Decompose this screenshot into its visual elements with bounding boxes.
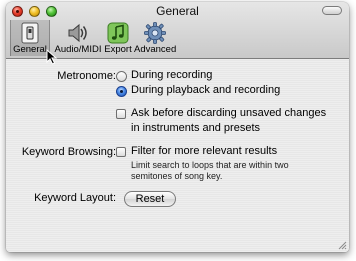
title-bar[interactable]: General xyxy=(6,2,349,21)
general-switch-icon xyxy=(21,22,39,44)
ask-before-discarding-label-line2[interactable]: in instruments and presets xyxy=(131,122,260,134)
ask-before-discarding-label-line1[interactable]: Ask before discarding unsaved changes xyxy=(131,107,326,119)
filter-hint-line1: Limit search to loops that are within tw… xyxy=(131,160,289,170)
radio-during-recording[interactable] xyxy=(116,71,127,82)
tab-advanced[interactable]: Advanced xyxy=(134,20,176,56)
radio-during-playback-and-recording-label[interactable]: During playback and recording xyxy=(131,84,280,96)
screenshot-background: General General Audio/MIDI Export Advanc… xyxy=(0,0,356,261)
keyword-layout-label: Keyword Layout: xyxy=(34,192,116,204)
tab-advanced-label: Advanced xyxy=(134,44,177,55)
metronome-label: Metronome: xyxy=(57,70,116,82)
resize-grip-icon[interactable] xyxy=(337,240,347,250)
tab-audio-midi-label: Audio/MIDI xyxy=(54,44,102,55)
gear-icon xyxy=(144,22,166,44)
preferences-content: Metronome: During recording During playb… xyxy=(6,59,349,252)
filter-relevant-results-label[interactable]: Filter for more relevant results xyxy=(131,145,277,157)
reset-button[interactable]: Reset xyxy=(124,191,176,207)
ask-before-discarding-checkbox[interactable] xyxy=(116,109,126,119)
speaker-icon xyxy=(68,23,87,43)
tab-export-label: Export xyxy=(104,44,132,55)
window-title: General xyxy=(156,4,199,18)
filter-hint-line2: semitones of song key. xyxy=(131,171,223,181)
tab-general-label: General xyxy=(13,44,47,55)
toolbar-toggle-button[interactable] xyxy=(322,6,342,15)
radio-during-recording-label[interactable]: During recording xyxy=(131,69,212,81)
preferences-window: General General Audio/MIDI Export Advanc… xyxy=(6,2,349,252)
radio-during-playback-and-recording[interactable] xyxy=(116,86,127,97)
tab-export[interactable]: Export xyxy=(102,20,134,56)
music-note-icon xyxy=(107,22,129,44)
keyword-browsing-label: Keyword Browsing: xyxy=(21,146,116,158)
tab-general[interactable]: General xyxy=(10,20,50,56)
mouse-pointer-icon xyxy=(46,49,58,65)
filter-relevant-results-checkbox[interactable] xyxy=(116,147,126,157)
tab-audio-midi[interactable]: Audio/MIDI xyxy=(53,20,103,56)
